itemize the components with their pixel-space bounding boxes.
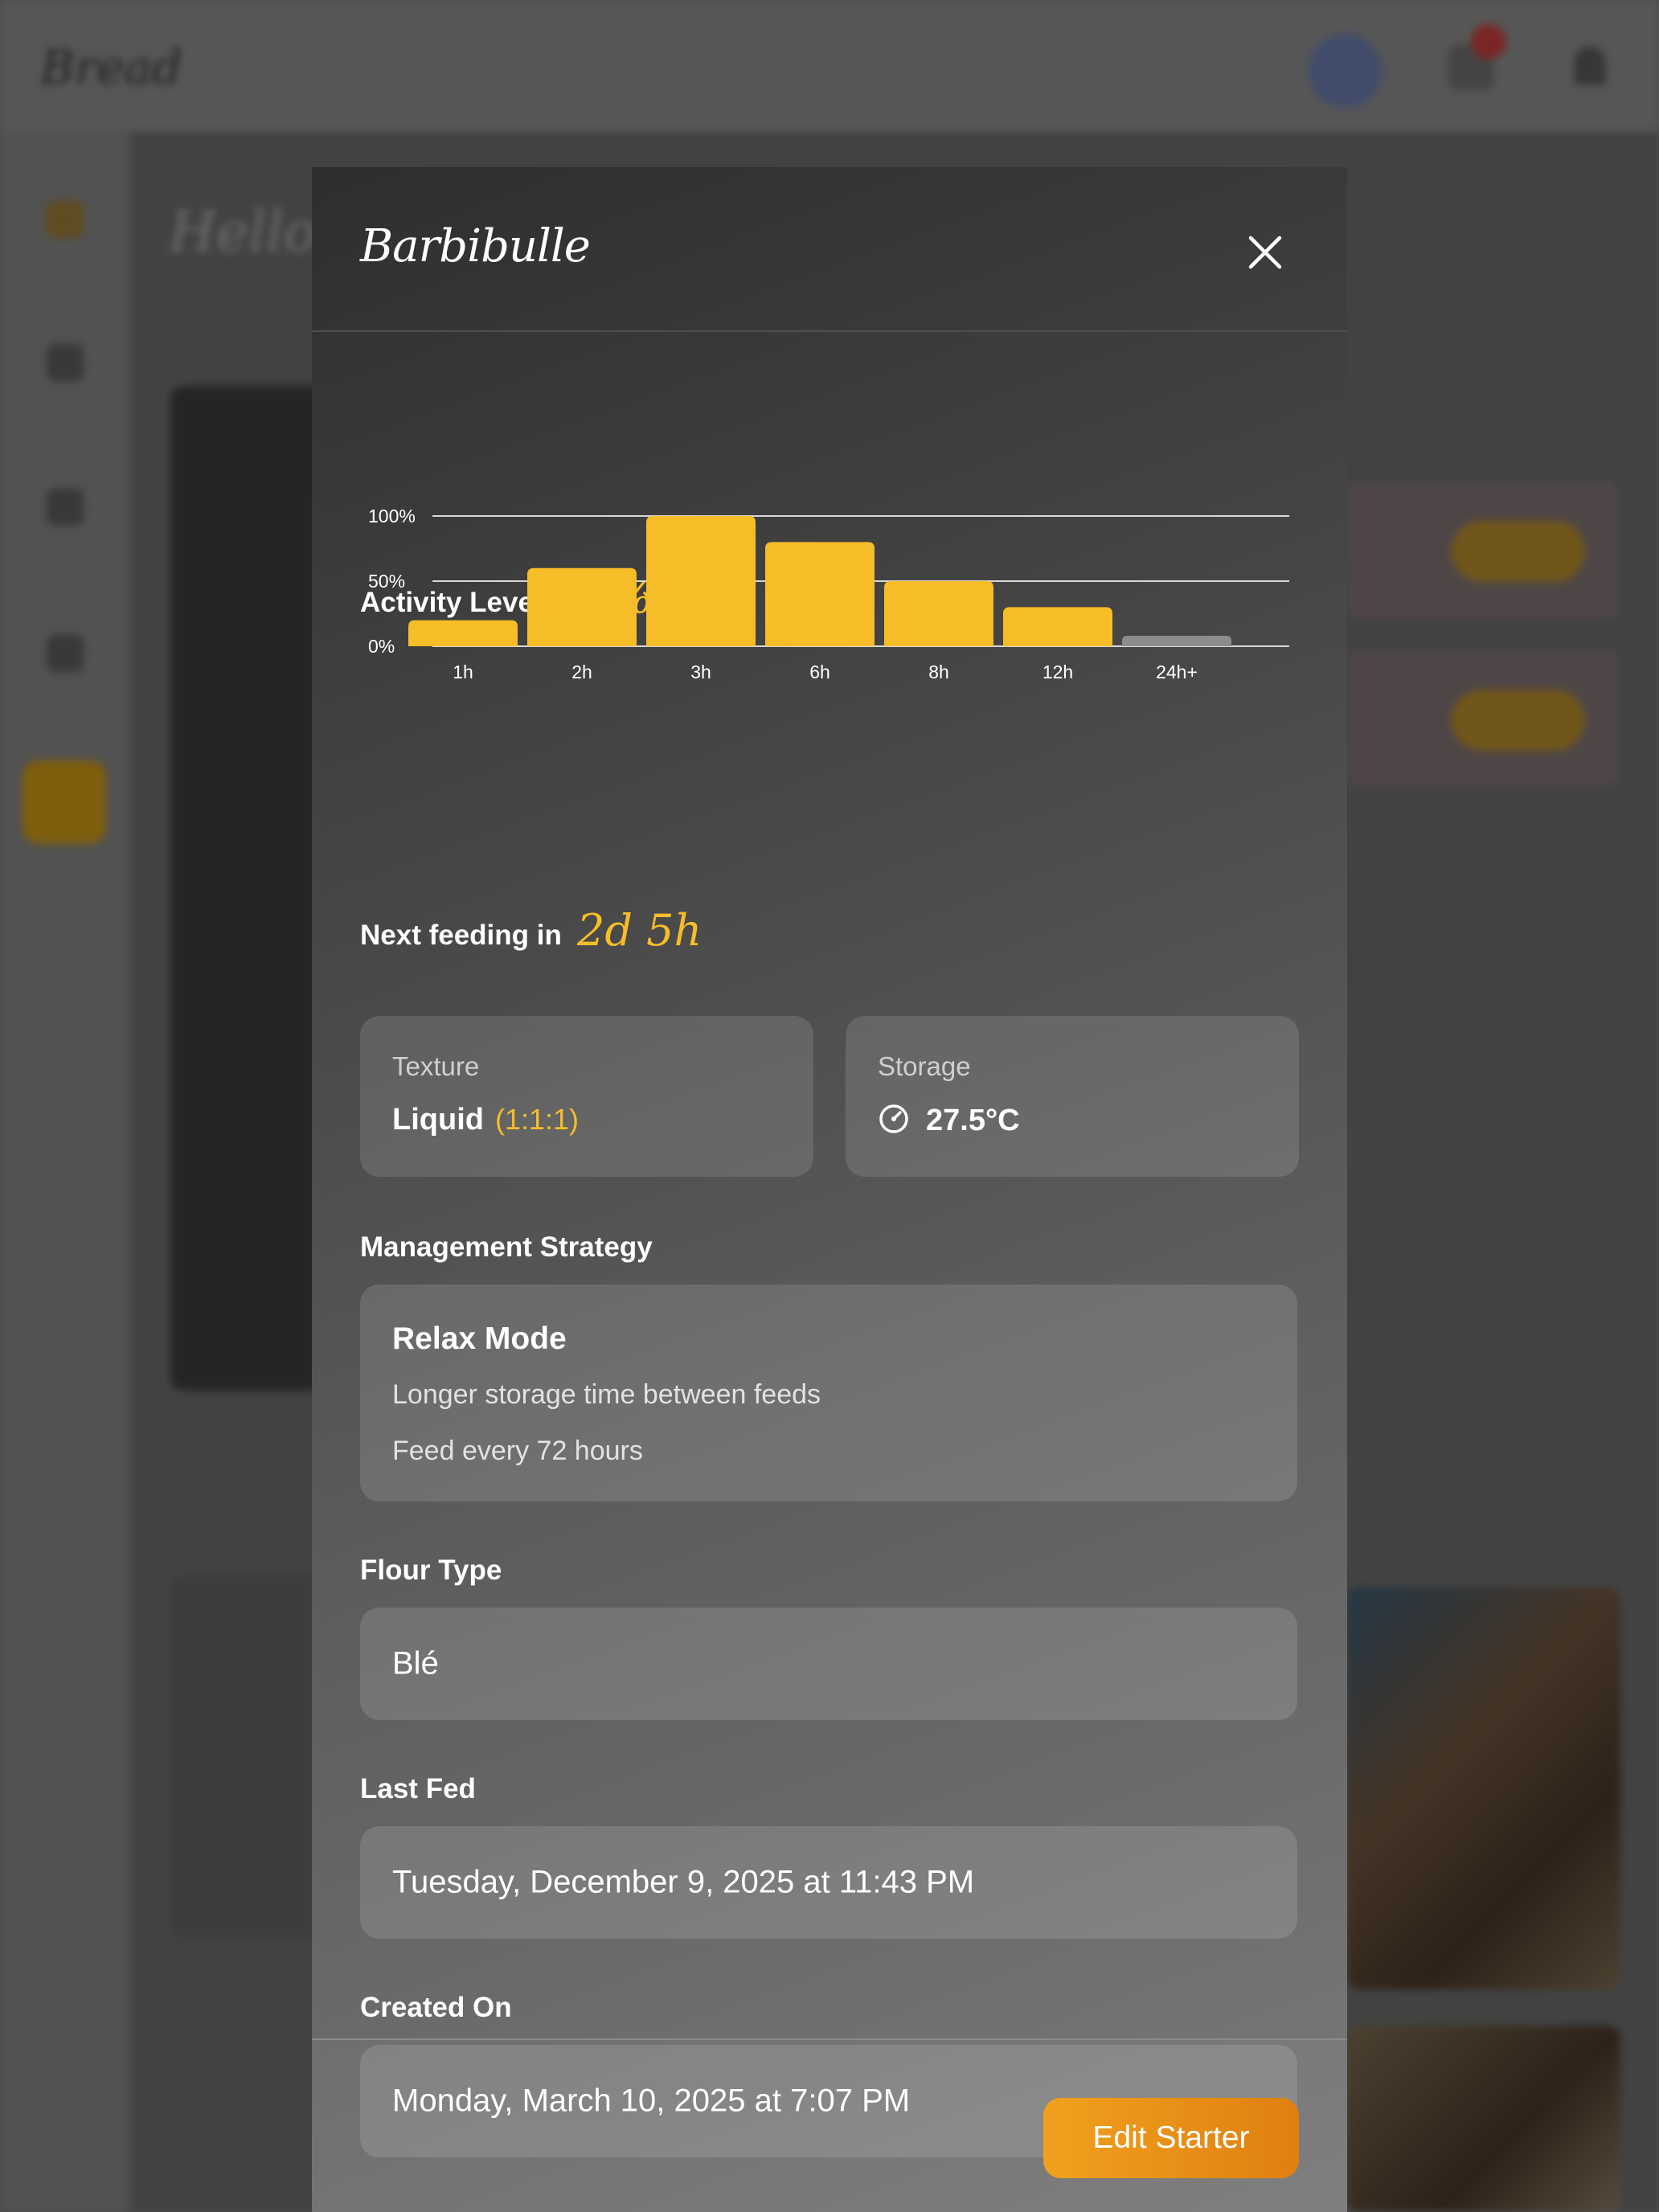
- management-panel: Relax Mode Longer storage time between f…: [360, 1284, 1297, 1501]
- texture-name: Liquid: [392, 1103, 484, 1137]
- texture-ratio: (1:1:1): [494, 1103, 580, 1136]
- texture-label: Texture: [392, 1051, 480, 1081]
- chart-y-tick: 0%: [368, 636, 395, 657]
- management-schedule: Feed every 72 hours: [392, 1436, 643, 1466]
- chart-y-tick: 50%: [368, 571, 405, 592]
- chart-x-tick: 12h: [1043, 662, 1073, 682]
- flour-panel: Blé: [360, 1608, 1297, 1720]
- next-feeding-value: 2d 5h: [577, 905, 703, 956]
- chart-bar-2h: [527, 567, 637, 646]
- chart-x-tick: 2h: [571, 662, 592, 682]
- flour-label: Flour Type: [360, 1555, 502, 1586]
- chart-x-tick: 3h: [690, 662, 711, 682]
- modal-title: Barbibulle: [360, 220, 591, 272]
- close-icon: [1248, 236, 1282, 269]
- chart-bar-24h+: [1122, 636, 1231, 646]
- close-button[interactable]: [1243, 230, 1288, 275]
- last-fed-value: Tuesday, December 9, 2025 at 11:43 PM: [392, 1864, 975, 1900]
- storage-value: 27.5°C: [878, 1103, 1020, 1138]
- chart-bar-6h: [765, 542, 875, 646]
- storage-temperature: 27.5°C: [926, 1104, 1020, 1137]
- management-mode: Relax Mode: [392, 1321, 567, 1356]
- storage-label: Storage: [878, 1051, 971, 1081]
- flour-value: Blé: [392, 1645, 439, 1682]
- chart-bar-12h: [1003, 607, 1112, 646]
- storage-card: Storage 27.5°C: [846, 1016, 1299, 1177]
- created-on-label: Created On: [360, 1992, 512, 2023]
- chart-y-tick: 100%: [368, 506, 416, 526]
- starter-detail-modal: Barbibulle Activity Level 17% 1h2h3h6h8h…: [312, 167, 1347, 2212]
- last-fed-label: Last Fed: [360, 1773, 476, 1804]
- activity-chart: 1h 2h 3h 6h 8h 12h 24h+ 0% 50% 100%: [368, 506, 1289, 682]
- chart-x-tick: 24h+: [1156, 662, 1198, 682]
- management-label: Management Strategy: [360, 1231, 653, 1263]
- chart-bar-3h: [646, 516, 756, 646]
- modal-header: Barbibulle: [312, 167, 1347, 332]
- chart-x-tick: 6h: [809, 662, 830, 682]
- edit-starter-button[interactable]: Edit Starter: [1043, 2098, 1299, 2178]
- texture-card: Texture Liquid (1:1:1): [360, 1016, 813, 1177]
- gauge-icon: [879, 1104, 908, 1133]
- chart-bar-8h: [884, 581, 993, 646]
- chart-bar-1h: [408, 620, 518, 646]
- next-feeding-label: Next feeding in: [360, 920, 562, 951]
- management-description: Longer storage time between feeds: [392, 1379, 821, 1410]
- modal-footer: Edit Starter: [312, 2038, 1347, 2212]
- texture-value: Liquid (1:1:1): [392, 1103, 579, 1137]
- chart-x-tick: 1h: [453, 662, 473, 682]
- last-fed-panel: Tuesday, December 9, 2025 at 11:43 PM: [360, 1826, 1297, 1939]
- chart-x-tick: 8h: [928, 662, 949, 682]
